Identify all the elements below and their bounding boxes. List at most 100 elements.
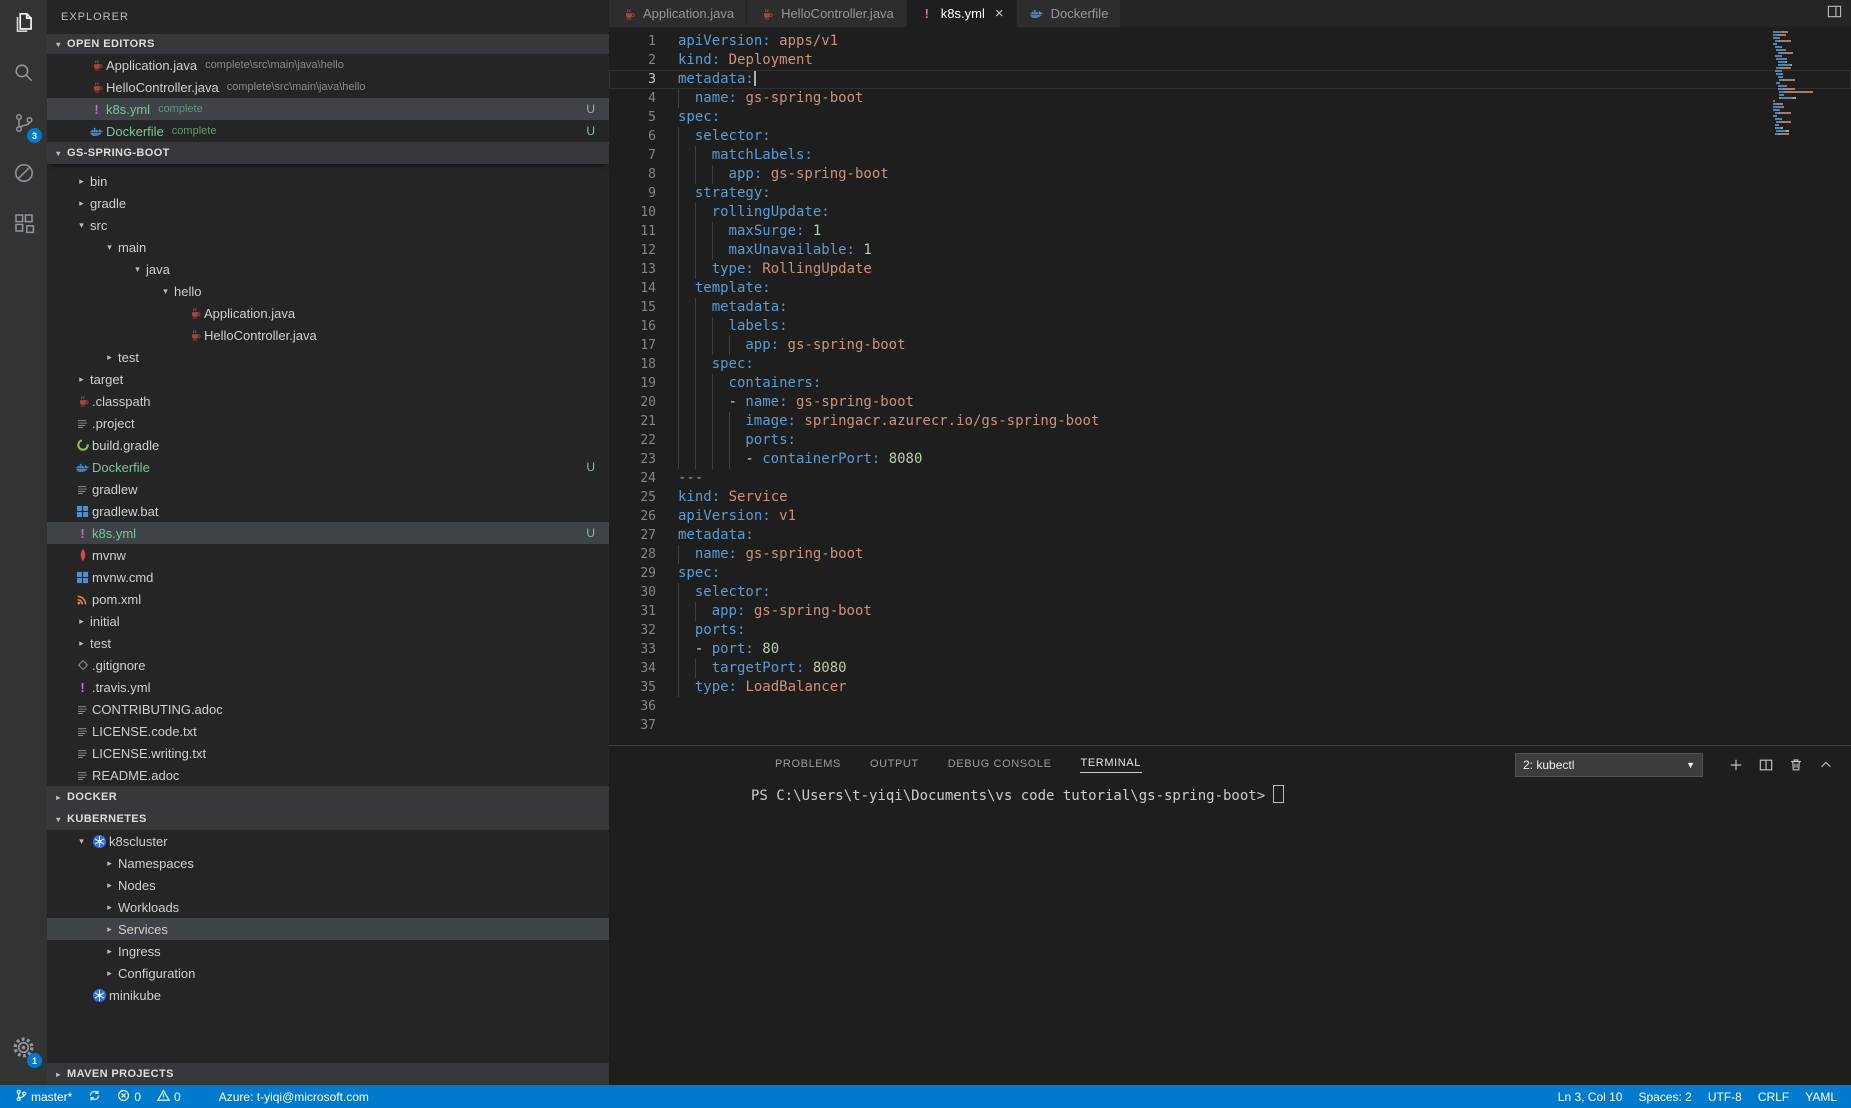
open-editors-section-header[interactable]: ▾ OPEN EDITORS xyxy=(47,34,609,54)
code-line-27[interactable]: 27metadata: xyxy=(609,526,1851,545)
tree-item-mvnw.cmd[interactable]: mvnw.cmd xyxy=(47,566,609,588)
code-line-11[interactable]: 11maxSurge: 1 xyxy=(609,222,1851,241)
code-line-28[interactable]: 28name: gs-spring-boot xyxy=(609,545,1851,564)
code-line-7[interactable]: 7matchLabels: xyxy=(609,146,1851,165)
tree-item-build.gradle[interactable]: build.gradle xyxy=(47,434,609,456)
code-line-26[interactable]: 26apiVersion: v1 xyxy=(609,507,1851,526)
tree-item-mvnw[interactable]: mvnw xyxy=(47,544,609,566)
code-line-23[interactable]: 23- containerPort: 8080 xyxy=(609,450,1851,469)
tab-application.java[interactable]: Application.java xyxy=(609,0,747,27)
kill-terminal-button[interactable] xyxy=(1781,754,1811,776)
tree-item-nodes[interactable]: ▸Nodes xyxy=(47,874,609,896)
section-header-gs-spring-boot[interactable]: ▾GS-SPRING-BOOT xyxy=(47,142,609,164)
section-header-docker[interactable]: ▸DOCKER xyxy=(47,786,609,808)
tree-item-src[interactable]: ▾src xyxy=(47,214,609,236)
tree-item-target[interactable]: ▸target xyxy=(47,368,609,390)
open-editor-dockerfile[interactable]: DockerfilecompleteU xyxy=(47,120,609,142)
status-crlf[interactable]: CRLF xyxy=(1750,1085,1797,1108)
panel-tab-debug-console[interactable]: DEBUG CONSOLE xyxy=(947,755,1053,773)
status-0[interactable]: 0 xyxy=(149,1085,189,1108)
terminal[interactable]: PS C:\Users\t-yiqi\Documents\vs code tut… xyxy=(609,785,1851,804)
code-line-36[interactable]: 36 xyxy=(609,697,1851,716)
tree-item-hello[interactable]: ▾hello xyxy=(47,280,609,302)
code-line-6[interactable]: 6selector: xyxy=(609,127,1851,146)
code-line-1[interactable]: 1apiVersion: apps/v1 xyxy=(609,32,1851,51)
status-0[interactable]: 0 xyxy=(109,1085,149,1108)
tree-item-bin[interactable]: ▸bin xyxy=(47,170,609,192)
code-line-10[interactable]: 10rollingUpdate: xyxy=(609,203,1851,222)
activity-source-control-button[interactable]: 3 xyxy=(0,100,47,150)
activity-files-button[interactable] xyxy=(0,0,47,50)
tree-item-.travis.yml[interactable]: !.travis.yml xyxy=(47,676,609,698)
tree-item-.classpath[interactable]: .classpath xyxy=(47,390,609,412)
code-line-12[interactable]: 12maxUnavailable: 1 xyxy=(609,241,1851,260)
code-line-31[interactable]: 31app: gs-spring-boot xyxy=(609,602,1851,621)
tree-item-configuration[interactable]: ▸Configuration xyxy=(47,962,609,984)
split-editor-icon[interactable] xyxy=(1827,4,1842,24)
code-line-2[interactable]: 2kind: Deployment xyxy=(609,51,1851,70)
code-line-35[interactable]: 35type: LoadBalancer xyxy=(609,678,1851,697)
tree-item-contributing.adoc[interactable]: CONTRIBUTING.adoc xyxy=(47,698,609,720)
tab-hellocontroller.java[interactable]: HelloController.java xyxy=(747,0,907,27)
tree-item-gradlew[interactable]: gradlew xyxy=(47,478,609,500)
code-line-14[interactable]: 14template: xyxy=(609,279,1851,298)
code-line-4[interactable]: 4name: gs-spring-boot xyxy=(609,89,1851,108)
code-line-25[interactable]: 25kind: Service xyxy=(609,488,1851,507)
open-editor-application.java[interactable]: Application.javacomplete\src\main\java\h… xyxy=(47,54,609,76)
open-editor-hellocontroller.java[interactable]: HelloController.javacomplete\src\main\ja… xyxy=(47,76,609,98)
tree-item-license.code.txt[interactable]: LICENSE.code.txt xyxy=(47,720,609,742)
tree-item-initial[interactable]: ▸initial xyxy=(47,610,609,632)
code-line-5[interactable]: 5spec: xyxy=(609,108,1851,127)
status-master-[interactable]: master* xyxy=(8,1085,80,1108)
code-line-18[interactable]: 18spec: xyxy=(609,355,1851,374)
tree-item-.project[interactable]: .project xyxy=(47,412,609,434)
tree-item-readme.adoc[interactable]: README.adoc xyxy=(47,764,609,786)
tree-item-k8s.yml[interactable]: !k8s.ymlU xyxy=(47,522,609,544)
tree-item-services[interactable]: ▸Services xyxy=(47,918,609,940)
code-line-13[interactable]: 13type: RollingUpdate xyxy=(609,260,1851,279)
tab-k8s.yml[interactable]: !k8s.yml× xyxy=(907,0,1017,27)
tree-item-dockerfile[interactable]: DockerfileU xyxy=(47,456,609,478)
tree-item-namespaces[interactable]: ▸Namespaces xyxy=(47,852,609,874)
status-azure-t-yiqi-microsoft.com[interactable]: Azure: t-yiqi@microsoft.com xyxy=(211,1085,377,1108)
code-line-30[interactable]: 30selector: xyxy=(609,583,1851,602)
close-tab-icon[interactable]: × xyxy=(995,6,1004,21)
tree-item-ingress[interactable]: ▸Ingress xyxy=(47,940,609,962)
maximize-panel-button[interactable] xyxy=(1811,754,1841,776)
panel-tab-problems[interactable]: PROBLEMS xyxy=(774,755,842,773)
code-line-3[interactable]: 3metadata: xyxy=(609,70,1851,89)
code-line-20[interactable]: 20- name: gs-spring-boot xyxy=(609,393,1851,412)
code-line-29[interactable]: 29spec: xyxy=(609,564,1851,583)
tree-item-test[interactable]: ▸test xyxy=(47,632,609,654)
status-utf-8[interactable]: UTF-8 xyxy=(1700,1085,1750,1108)
tree-item-java[interactable]: ▾java xyxy=(47,258,609,280)
minimap[interactable] xyxy=(1773,31,1839,142)
tree-item-minikube[interactable]: minikube xyxy=(47,984,609,1006)
tree-item-hellocontroller.java[interactable]: HelloController.java xyxy=(47,324,609,346)
section-header-kubernetes[interactable]: ▾KUBERNETES xyxy=(47,808,609,830)
tree-item-k8scluster[interactable]: ▾k8scluster xyxy=(47,830,609,852)
code-editor[interactable]: 1apiVersion: apps/v12kind: Deployment3me… xyxy=(609,27,1851,750)
code-line-15[interactable]: 15metadata: xyxy=(609,298,1851,317)
status-ln-3-col-10[interactable]: Ln 3, Col 10 xyxy=(1550,1085,1631,1108)
code-line-33[interactable]: 33- port: 80 xyxy=(609,640,1851,659)
tab-dockerfile[interactable]: Dockerfile xyxy=(1017,0,1122,27)
terminal-picker-dropdown[interactable]: 2: kubectl ▼ xyxy=(1515,753,1703,777)
code-line-22[interactable]: 22ports: xyxy=(609,431,1851,450)
code-line-24[interactable]: 24--- xyxy=(609,469,1851,488)
tree-item-.gitignore[interactable]: .gitignore xyxy=(47,654,609,676)
code-line-8[interactable]: 8app: gs-spring-boot xyxy=(609,165,1851,184)
tree-item-test[interactable]: ▸test xyxy=(47,346,609,368)
activity-search-button[interactable] xyxy=(0,50,47,100)
panel-tab-output[interactable]: OUTPUT xyxy=(869,755,920,773)
code-line-21[interactable]: 21image: springacr.azurecr.io/gs-spring-… xyxy=(609,412,1851,431)
tree-item-license.writing.txt[interactable]: LICENSE.writing.txt xyxy=(47,742,609,764)
code-line-9[interactable]: 9strategy: xyxy=(609,184,1851,203)
open-editor-k8s.yml[interactable]: !k8s.ymlcompleteU xyxy=(47,98,609,120)
status-yaml[interactable]: YAML xyxy=(1797,1085,1845,1108)
tree-item-workloads[interactable]: ▸Workloads xyxy=(47,896,609,918)
panel-tab-terminal[interactable]: TERMINAL xyxy=(1080,754,1142,773)
tree-item-gradlew.bat[interactable]: gradlew.bat xyxy=(47,500,609,522)
maven-projects-section-header[interactable]: ▸ MAVEN PROJECTS xyxy=(47,1063,609,1085)
status-spaces-2[interactable]: Spaces: 2 xyxy=(1630,1085,1699,1108)
